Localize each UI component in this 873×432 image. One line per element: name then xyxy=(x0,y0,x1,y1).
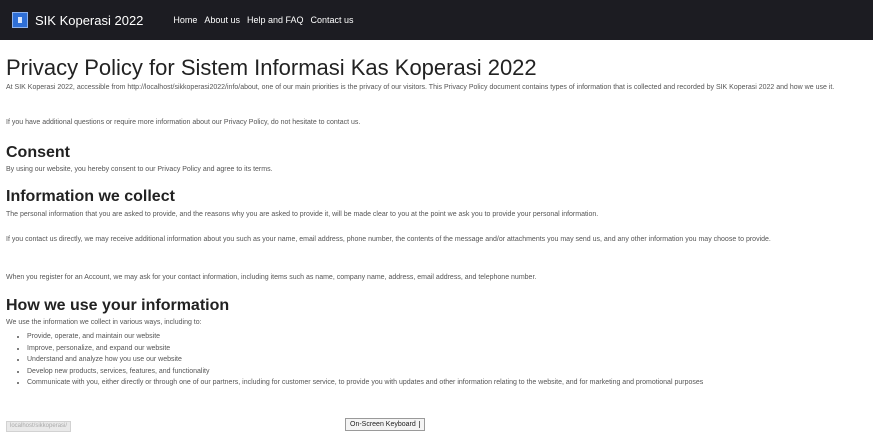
collect-paragraph-1: The personal information that you are as… xyxy=(6,211,599,218)
consent-paragraph: By using our website, you hereby consent… xyxy=(6,166,273,173)
page-title: Privacy Policy for Sistem Informasi Kas … xyxy=(6,55,537,80)
brand-name: SIK Koperasi 2022 xyxy=(35,12,144,28)
osk-label: On-Screen Keyboard xyxy=(350,421,416,428)
collect-paragraph-3: When you register for an Account, we may… xyxy=(6,274,537,281)
list-item: Develop new products, services, features… xyxy=(27,366,873,378)
nav-about-us[interactable]: About us xyxy=(204,15,240,25)
use-intro-paragraph: We use the information we collect in var… xyxy=(6,319,202,326)
nav-contact-us[interactable]: Contact us xyxy=(310,15,353,25)
consent-heading: Consent xyxy=(6,144,70,161)
list-item: Understand and analyze how you use our w… xyxy=(27,354,873,366)
nav-home[interactable]: Home xyxy=(173,15,197,25)
contact-paragraph: If you have additional questions or requ… xyxy=(6,119,361,126)
on-screen-keyboard-button[interactable]: On-Screen Keyboard xyxy=(345,418,425,431)
nav-links: Home About us Help and FAQ Contact us xyxy=(173,15,360,25)
status-url: localhost/sikkoperasi/ xyxy=(6,421,72,432)
collect-heading: Information we collect xyxy=(6,188,175,205)
top-navbar: SIK Koperasi 2022 Home About us Help and… xyxy=(0,0,873,40)
list-item: Provide, operate, and maintain our websi… xyxy=(27,331,873,343)
collect-paragraph-2: If you contact us directly, we may recei… xyxy=(6,236,771,243)
nav-help-faq[interactable]: Help and FAQ xyxy=(247,15,304,25)
list-item: Communicate with you, either directly or… xyxy=(27,377,873,389)
logo-icon xyxy=(12,12,28,28)
use-list: Provide, operate, and maintain our websi… xyxy=(18,331,873,389)
use-heading: How we use your information xyxy=(6,297,230,314)
list-item: Improve, personalize, and expand our web… xyxy=(27,343,873,355)
cursor-icon xyxy=(418,421,420,428)
intro-paragraph: At SIK Koperasi 2022, accessible from ht… xyxy=(6,84,835,91)
brand-link[interactable]: SIK Koperasi 2022 xyxy=(12,12,143,28)
